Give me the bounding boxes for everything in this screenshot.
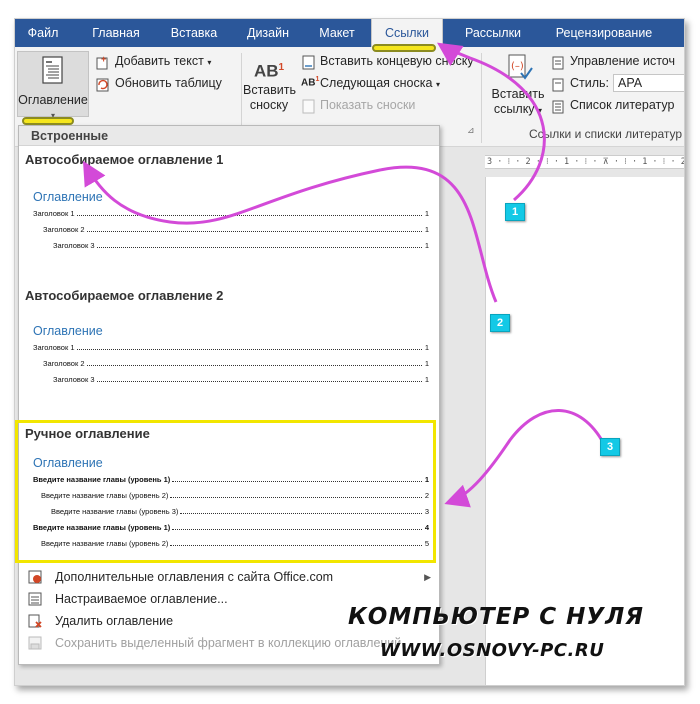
tab-file[interactable]: Файл [15, 19, 71, 47]
word-window: Файл Главная Вставка Дизайн Макет Ссылки… [14, 18, 685, 686]
toc-option-auto-1[interactable]: Автособираемое оглавление 1 Оглавление З… [19, 148, 439, 278]
tab-insert[interactable]: Вставка [161, 19, 227, 47]
gallery-header: Встроенные [19, 126, 439, 146]
toc-option-title: Автособираемое оглавление 1 [25, 152, 224, 167]
style-select[interactable]: APA [613, 74, 684, 92]
more-tocs-menu-item[interactable]: Дополнительные оглавления с сайта Office… [19, 566, 439, 588]
toc-option-auto-2[interactable]: Автособираемое оглавление 2 Оглавление З… [19, 284, 439, 414]
insert-footnote-label-2: сноску [249, 98, 289, 112]
ribbon-tab-bar: Файл Главная Вставка Дизайн Макет Ссылки… [15, 19, 684, 47]
menu-item-label: Удалить оглавление [55, 614, 174, 628]
highlight-marker-toc [22, 117, 74, 125]
toc-gallery-dropdown: Встроенные Автособираемое оглавление 1 О… [15, 125, 440, 665]
next-footnote-button[interactable]: Следующая сноска ▾ [320, 76, 440, 90]
step-badge-3: 3 [600, 438, 620, 456]
endnote-icon [302, 55, 315, 70]
manage-sources-icon [552, 56, 564, 70]
toc-preview-heading: Оглавление [33, 324, 103, 338]
insert-citation-label-1: Вставить [491, 87, 545, 101]
update-table-icon [96, 78, 109, 92]
watermark-url: WWW.OSNOVY-PC.RU [380, 640, 605, 661]
citation-icon: (–) [508, 54, 533, 80]
insert-citation-button[interactable]: (–) Вставить ссылку ▾ [489, 53, 547, 118]
menu-item-label: Дополнительные оглавления с сайта Office… [55, 570, 334, 584]
step-badge-2: 2 [490, 314, 510, 332]
toc-preview-line: Заголовок 21 [43, 359, 429, 368]
toc-preview-line: Заголовок 21 [43, 225, 429, 234]
add-text-icon: + [96, 55, 108, 70]
custom-toc-icon [28, 592, 42, 606]
highlight-marker-tab [372, 44, 436, 52]
bibliography-button[interactable]: Список литератур [570, 98, 674, 112]
style-label: Стиль: [570, 76, 610, 90]
tab-review[interactable]: Рецензирование [539, 19, 669, 47]
tab-home[interactable]: Главная [83, 19, 149, 47]
insert-footnote-button[interactable]: AB1 Вставить сноску [243, 53, 296, 113]
tab-mailings[interactable]: Рассылки [453, 19, 533, 47]
insert-endnote-button[interactable]: Вставить концевую сноску [320, 54, 474, 68]
insert-footnote-label-1: Вставить [243, 83, 296, 97]
toc-icon [42, 56, 63, 84]
manual-toc-highlight [15, 420, 436, 563]
show-notes-button: Показать сноски [320, 98, 416, 112]
footnote-icon: AB1 [253, 61, 285, 81]
update-table-button[interactable]: Обновить таблицу [115, 76, 222, 90]
dialog-launcher-icon[interactable]: ⊿ [467, 125, 475, 136]
toc-preview-heading: Оглавление [33, 190, 103, 204]
menu-item-label: Настраиваемое оглавление... [55, 592, 228, 606]
bibliography-icon [552, 100, 564, 114]
tab-design[interactable]: Дизайн [237, 19, 299, 47]
save-selection-menu-item: Сохранить выделенный фрагмент в коллекци… [19, 632, 439, 654]
tab-references[interactable]: Ссылки [371, 19, 443, 47]
step-badge-1: 1 [505, 203, 525, 221]
watermark-title: КОМПЬЮТЕР С НУЛЯ [348, 604, 644, 630]
group-divider [481, 53, 482, 143]
toc-preview-line: Заголовок 11 [33, 343, 429, 352]
toc-option-title: Автособираемое оглавление 2 [25, 288, 224, 303]
show-notes-icon [302, 99, 315, 114]
toc-preview-line: Заголовок 31 [53, 241, 429, 250]
style-icon [552, 78, 564, 92]
svg-text:(–): (–) [511, 61, 524, 72]
manage-sources-button[interactable]: Управление источ [570, 54, 675, 68]
next-footnote-icon: AB1 [301, 76, 320, 89]
toc-button-label: Оглавление [18, 93, 88, 107]
toc-preview-line: Заголовок 11 [33, 209, 429, 218]
toc-preview-line: Заголовок 31 [53, 375, 429, 384]
remove-toc-icon [28, 614, 42, 628]
add-text-button[interactable]: Добавить текст ▾ [115, 54, 211, 68]
svg-text:+: + [101, 55, 106, 64]
office-icon [28, 570, 42, 584]
toc-button[interactable]: Оглавление ▾ [17, 51, 89, 120]
insert-citation-label-2: ссылку ▾ [493, 102, 543, 116]
save-selection-icon [28, 636, 42, 650]
submenu-arrow-icon: ▶ [424, 572, 431, 582]
citations-group-label: Ссылки и списки литератур [529, 127, 683, 141]
ruler[interactable]: 3 · ⁝ · 2 · ⁝ · 1 · ⁝ · ⊼ · ⁝ · 1 · ⁝ · … [485, 155, 684, 169]
tab-layout[interactable]: Макет [309, 19, 365, 47]
menu-item-label: Сохранить выделенный фрагмент в коллекци… [55, 636, 402, 650]
